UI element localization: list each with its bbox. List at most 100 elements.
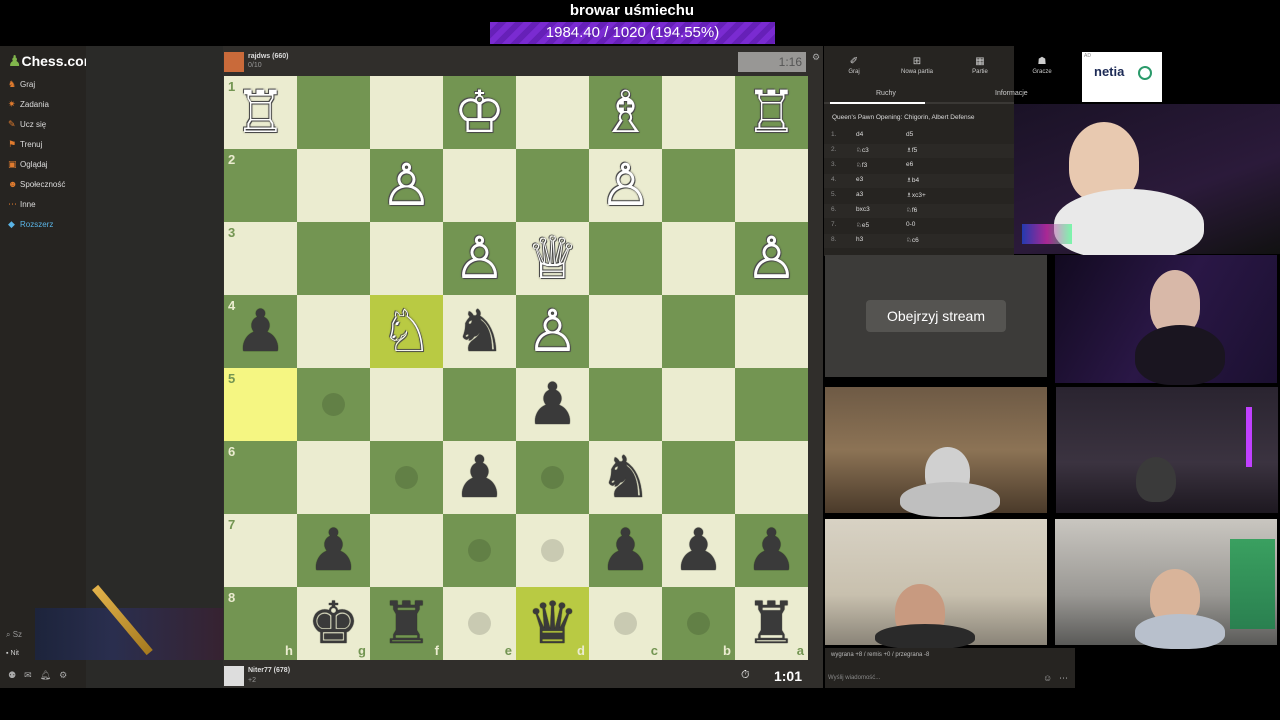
board-square[interactable]: [443, 368, 516, 441]
board-square[interactable]: ♙: [370, 149, 443, 222]
black-rook-piece[interactable]: ♜: [735, 587, 808, 660]
move-notation[interactable]: bxc3: [856, 206, 870, 213]
panel-tab-0[interactable]: ✐ Graj: [824, 56, 884, 75]
black-pawn-piece[interactable]: ♟: [224, 295, 297, 368]
board-square[interactable]: [297, 222, 370, 295]
board-square[interactable]: [370, 222, 443, 295]
top-player-avatar[interactable]: [224, 52, 244, 72]
mail-icon[interactable]: ✉: [24, 670, 40, 680]
black-king-piece[interactable]: ♚: [297, 587, 370, 660]
board-square[interactable]: ♖: [735, 76, 808, 149]
bell-icon[interactable]: 🔔︎: [40, 670, 59, 680]
board-square[interactable]: ♟: [297, 514, 370, 587]
black-pawn-piece[interactable]: ♟: [589, 514, 662, 587]
board-square[interactable]: [735, 368, 808, 441]
board-square[interactable]: [297, 149, 370, 222]
board-square[interactable]: ♟: [443, 441, 516, 514]
board-square[interactable]: b: [662, 587, 735, 660]
opening-name[interactable]: Queen's Pawn Opening: Chigorin, Albert D…: [832, 114, 975, 121]
move-notation[interactable]: ♘c6: [906, 236, 919, 244]
white-pawn-piece[interactable]: ♙: [589, 149, 662, 222]
gear-icon[interactable]: ⚙: [59, 670, 75, 680]
sidebar-search[interactable]: ⌕ Sz: [6, 630, 22, 640]
board-square[interactable]: [516, 149, 589, 222]
board-square[interactable]: 7: [224, 514, 297, 587]
black-knight-piece[interactable]: ♞: [443, 295, 516, 368]
white-king-piece[interactable]: ♔: [443, 76, 516, 149]
move-hint-dot[interactable]: [322, 393, 345, 416]
board-square[interactable]: [370, 76, 443, 149]
move-hint-dot[interactable]: [468, 539, 491, 562]
board-square[interactable]: d ♛: [516, 587, 589, 660]
move-notation[interactable]: h3: [856, 236, 863, 243]
bottom-player-avatar[interactable]: [224, 666, 244, 686]
bottom-player-name[interactable]: Niter77 (678): [248, 667, 290, 674]
sidebar-user[interactable]: ▪ Nit: [6, 650, 19, 657]
panel-tab-1[interactable]: ⊞ Nowa partia: [887, 56, 947, 75]
board-square[interactable]: [662, 441, 735, 514]
board-square[interactable]: [443, 514, 516, 587]
white-knight-piece[interactable]: ♘: [370, 295, 443, 368]
board-square[interactable]: ♟: [516, 368, 589, 441]
more-options-icon[interactable]: ⋯: [1059, 673, 1068, 684]
board-square[interactable]: [297, 441, 370, 514]
board-square[interactable]: 8h: [224, 587, 297, 660]
top-player-name[interactable]: rajdws (660): [248, 53, 288, 60]
board-square[interactable]: [589, 222, 662, 295]
subtab-moves[interactable]: Ruchy: [876, 90, 896, 97]
move-hint-dot[interactable]: [541, 466, 564, 489]
move-notation[interactable]: ♗f5: [906, 146, 917, 154]
board-square[interactable]: [297, 76, 370, 149]
watch-stream-button[interactable]: Obejrzyj stream: [866, 300, 1006, 332]
panel-tab-3[interactable]: ☗ Gracze: [1012, 56, 1072, 75]
white-bishop-piece[interactable]: ♗: [589, 76, 662, 149]
board-square[interactable]: [370, 514, 443, 587]
board-square[interactable]: ♙: [735, 222, 808, 295]
white-pawn-piece[interactable]: ♙: [735, 222, 808, 295]
board-square[interactable]: [662, 76, 735, 149]
board-square[interactable]: [662, 295, 735, 368]
sidebar-item-6[interactable]: ⋯ Inne: [8, 197, 36, 211]
move-notation[interactable]: ♘c3: [856, 146, 869, 154]
black-pawn-piece[interactable]: ♟: [516, 368, 589, 441]
sidebar-item-1[interactable]: ✷ Zadania: [8, 97, 49, 111]
settings-gear-icon[interactable]: ⚙: [812, 52, 820, 63]
move-hint-dot[interactable]: [468, 612, 491, 635]
board-square[interactable]: [735, 441, 808, 514]
chess-board[interactable]: 1 ♖ ♔ ♗ ♖ 2 ♙ ♙ 3 ♙ ♕ ♙ 4 ♟ ♘ ♞ ♙ 5 ♟ 6 ♟ ♞ 7 ♟ ♟ ♟ ♟ 8 h g ♚ f ♜ e d ♛ c b a ♜: [224, 76, 808, 660]
black-pawn-piece[interactable]: ♟: [297, 514, 370, 587]
white-pawn-piece[interactable]: ♙: [516, 295, 589, 368]
board-square[interactable]: 1 ♖: [224, 76, 297, 149]
sidebar-item-4[interactable]: ▣ Oglądaj: [8, 157, 48, 171]
chat-message-input[interactable]: Wyślij wiadomość...: [828, 675, 880, 681]
board-square[interactable]: ♘: [370, 295, 443, 368]
board-square[interactable]: [370, 368, 443, 441]
board-square[interactable]: 3: [224, 222, 297, 295]
black-pawn-piece[interactable]: ♟: [662, 514, 735, 587]
move-notation[interactable]: ♘e5: [856, 221, 869, 229]
move-notation[interactable]: e6: [906, 161, 913, 168]
move-hint-dot[interactable]: [614, 612, 637, 635]
board-square[interactable]: [516, 441, 589, 514]
move-notation[interactable]: d4: [856, 131, 863, 138]
emoji-icon[interactable]: ☺: [1043, 673, 1052, 683]
white-pawn-piece[interactable]: ♙: [370, 149, 443, 222]
white-pawn-piece[interactable]: ♙: [443, 222, 516, 295]
move-notation[interactable]: e3: [856, 176, 863, 183]
white-rook-piece[interactable]: ♖: [735, 76, 808, 149]
board-square[interactable]: ♙: [443, 222, 516, 295]
board-square[interactable]: g ♚: [297, 587, 370, 660]
board-square[interactable]: [589, 295, 662, 368]
board-square[interactable]: ♕: [516, 222, 589, 295]
board-square[interactable]: ♔: [443, 76, 516, 149]
panel-tab-2[interactable]: ▦ Partie: [950, 56, 1010, 75]
chesscom-logo[interactable]: ♟Chess.com: [8, 52, 96, 70]
black-knight-piece[interactable]: ♞: [589, 441, 662, 514]
board-square[interactable]: ♙: [516, 295, 589, 368]
board-square[interactable]: ♙: [589, 149, 662, 222]
board-square[interactable]: ♟: [589, 514, 662, 587]
board-square[interactable]: [589, 368, 662, 441]
board-square[interactable]: 2: [224, 149, 297, 222]
ad-banner[interactable]: AD netia: [1082, 52, 1162, 102]
board-square[interactable]: [735, 295, 808, 368]
